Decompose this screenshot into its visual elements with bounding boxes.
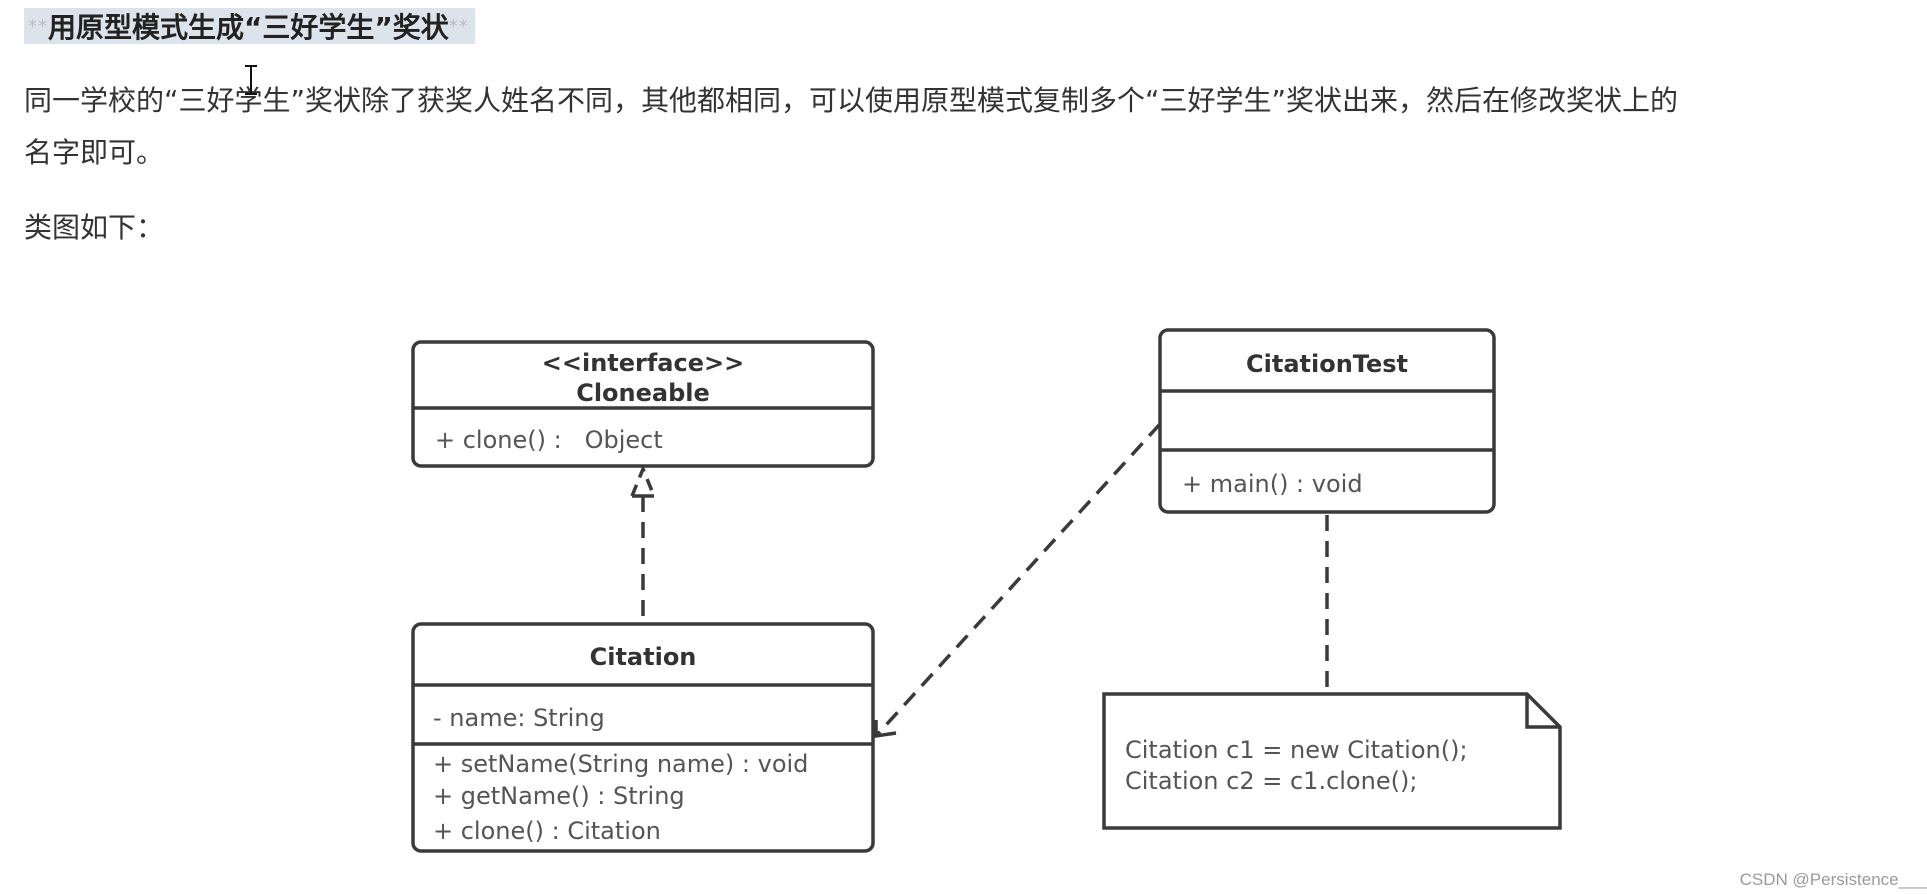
citationtest-method-main: + main() : void (1182, 470, 1363, 498)
uml-class-citationtest: CitationTest + main() : void (1158, 328, 1496, 514)
note-line-1: Citation c1 = new Citation(); (1125, 736, 1468, 764)
uml-class-citation: Citation - name: String + setName(String… (411, 622, 875, 853)
note-line-2: Citation c2 = c1.clone(); (1125, 767, 1417, 795)
uml-class-diagram: <<interface>> Cloneable + clone() : Obje… (411, 328, 1562, 853)
dependency-arrow (874, 422, 1162, 739)
cloneable-name: Cloneable (576, 379, 710, 407)
uml-note: Citation c1 = new Citation(); Citation c… (1102, 692, 1562, 830)
cloneable-method: + clone() : Object (435, 426, 663, 454)
cloneable-stereotype: <<interface>> (542, 349, 744, 377)
citationtest-name: CitationTest (1246, 350, 1408, 378)
citation-method-getname: + getName() : String (433, 782, 685, 810)
citation-method-clone: + clone() : Citation (433, 817, 661, 845)
citation-name: Citation (590, 643, 697, 671)
watermark: CSDN @Persistence___ (1739, 870, 1927, 889)
citation-attribute: - name: String (433, 704, 605, 732)
uml-class-cloneable: <<interface>> Cloneable + clone() : Obje… (411, 340, 875, 468)
realization-arrow (630, 464, 656, 624)
citation-method-setname: + setName(String name) : void (433, 750, 808, 778)
